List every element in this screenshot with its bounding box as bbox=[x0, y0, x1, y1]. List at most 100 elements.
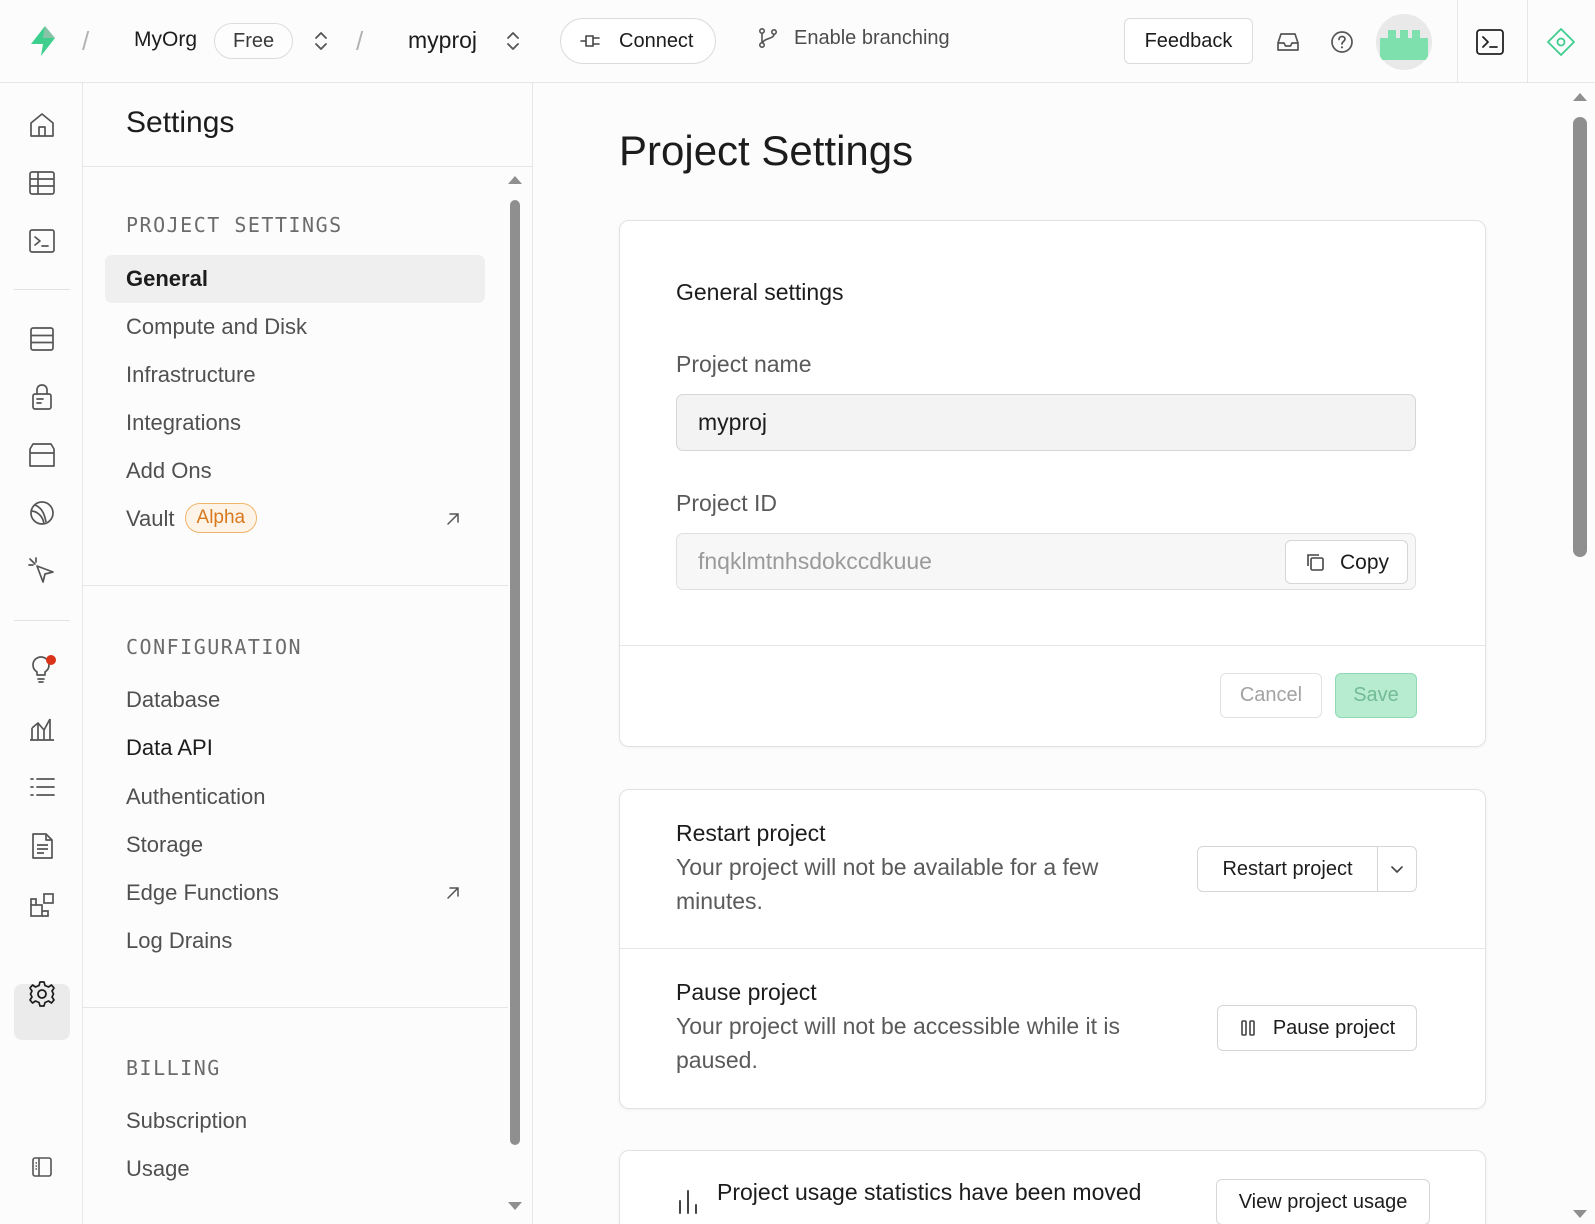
sidebar-item-label: Integrations bbox=[126, 410, 241, 435]
pause-project-label: Pause project bbox=[1272, 1016, 1396, 1039]
section-divider bbox=[83, 1007, 508, 1008]
sidebar-item-database[interactable]: Database bbox=[105, 676, 485, 724]
settings-icon[interactable] bbox=[27, 979, 57, 1009]
org-switcher-chevron-icon[interactable] bbox=[312, 28, 330, 54]
sidebar-item-label: General bbox=[126, 266, 208, 291]
sidebar-item-edge-functions[interactable]: Edge Functions bbox=[105, 869, 485, 917]
sidebar-item-storage[interactable]: Storage bbox=[105, 821, 485, 869]
sidebar-item-usage[interactable]: Usage bbox=[105, 1145, 485, 1193]
sidebar-item-label: Usage bbox=[126, 1156, 190, 1181]
scroll-down-arrow-icon[interactable] bbox=[1573, 1210, 1587, 1218]
restart-project-title: Restart project bbox=[676, 820, 826, 846]
copy-button[interactable]: Copy bbox=[1285, 540, 1408, 584]
bar-chart-icon bbox=[679, 1190, 697, 1214]
sidebar-item-vault[interactable]: Vault Alpha bbox=[105, 495, 485, 543]
edge-functions-icon[interactable] bbox=[27, 556, 57, 586]
view-project-usage-button[interactable]: View project usage bbox=[1216, 1179, 1430, 1224]
project-name[interactable]: myproj bbox=[408, 27, 477, 54]
alpha-badge: Alpha bbox=[184, 503, 258, 534]
sidebar-item-data-api[interactable]: Data API bbox=[105, 724, 485, 772]
section-divider bbox=[83, 585, 508, 586]
sql-editor-icon[interactable] bbox=[27, 226, 57, 256]
sidebar-scrollbar[interactable] bbox=[510, 200, 520, 1145]
connect-label: Connect bbox=[619, 29, 694, 52]
storage-icon[interactable] bbox=[27, 440, 57, 470]
project-actions-card: Restart project Your project will not be… bbox=[619, 789, 1486, 1109]
sidebar-item-add-ons[interactable]: Add Ons bbox=[105, 447, 485, 495]
table-editor-icon[interactable] bbox=[27, 168, 57, 198]
project-id-value: fnqklmtnhsdokccdkuue bbox=[698, 548, 932, 574]
scroll-up-arrow-icon[interactable] bbox=[1573, 93, 1587, 101]
user-avatar[interactable] bbox=[1376, 14, 1432, 70]
sidebar-item-infrastructure[interactable]: Infrastructure bbox=[105, 351, 485, 399]
org-name[interactable]: MyOrg bbox=[134, 28, 197, 52]
restart-project-description: Your project will not be available for a… bbox=[676, 854, 1099, 914]
general-settings-card: General settings Project name myproj Pro… bbox=[619, 220, 1486, 747]
sidebar-item-subscription[interactable]: Subscription bbox=[105, 1097, 485, 1145]
settings-sidebar: Settings PROJECT SETTINGS General Comput… bbox=[83, 83, 533, 1224]
sidebar-item-compute-and-disk[interactable]: Compute and Disk bbox=[105, 303, 485, 351]
project-id-field[interactable]: fnqklmtnhsdokccdkuue Copy bbox=[676, 533, 1416, 590]
assistant-diamond-icon[interactable] bbox=[1545, 26, 1577, 58]
database-icon[interactable] bbox=[27, 324, 57, 354]
sidebar-title: Settings bbox=[126, 106, 235, 139]
inbox-icon[interactable] bbox=[1274, 28, 1302, 56]
copy-icon bbox=[1307, 554, 1324, 571]
project-switcher-chevron-icon[interactable] bbox=[504, 28, 522, 54]
chevron-down-icon bbox=[1391, 866, 1403, 873]
auth-icon[interactable] bbox=[27, 382, 57, 412]
scroll-down-arrow-icon[interactable] bbox=[508, 1202, 522, 1210]
main-content: Project Settings General settings Projec… bbox=[533, 83, 1573, 1224]
pause-project-description: Your project will not be accessible whil… bbox=[676, 1013, 1121, 1073]
supabase-logo-icon[interactable] bbox=[26, 24, 60, 58]
restart-project-button[interactable]: Restart project bbox=[1198, 847, 1378, 891]
general-settings-heading: General settings bbox=[676, 279, 844, 305]
project-name-label: Project name bbox=[676, 351, 812, 377]
sidebar-item-label: Add Ons bbox=[126, 458, 212, 483]
logs-icon[interactable] bbox=[27, 772, 57, 802]
icon-rail bbox=[0, 83, 83, 1224]
sidebar-item-label: Database bbox=[126, 687, 221, 712]
project-name-input[interactable]: myproj bbox=[676, 394, 1416, 451]
sidebar-item-general[interactable]: General bbox=[105, 255, 485, 303]
collapse-sidebar-icon[interactable] bbox=[30, 1155, 54, 1179]
pause-project-button[interactable]: Pause project bbox=[1217, 1005, 1417, 1051]
connect-button[interactable]: Connect bbox=[560, 18, 716, 64]
reports-icon[interactable] bbox=[27, 713, 57, 743]
rail-divider bbox=[14, 289, 70, 290]
sidebar-item-label: Edge Functions bbox=[126, 880, 279, 905]
plan-badge: Free bbox=[214, 23, 294, 59]
help-icon[interactable] bbox=[1328, 28, 1356, 56]
sidebar-item-log-drains[interactable]: Log Drains bbox=[105, 917, 485, 965]
save-button[interactable]: Save bbox=[1335, 673, 1417, 718]
scroll-up-arrow-icon[interactable] bbox=[508, 176, 522, 184]
api-docs-icon[interactable] bbox=[27, 831, 57, 861]
breadcrumb-separator: / bbox=[356, 26, 364, 56]
plug-icon bbox=[580, 35, 600, 47]
integrations-icon[interactable] bbox=[27, 890, 57, 920]
restart-project-split-button: Restart project bbox=[1197, 846, 1417, 892]
advisors-icon[interactable] bbox=[27, 654, 57, 684]
external-link-icon bbox=[447, 513, 459, 525]
divider bbox=[1527, 0, 1528, 83]
feedback-button[interactable]: Feedback bbox=[1124, 18, 1253, 64]
avatar-pattern-icon bbox=[1380, 30, 1428, 60]
project-id-label: Project ID bbox=[676, 490, 777, 516]
realtime-icon[interactable] bbox=[27, 498, 57, 528]
home-icon[interactable] bbox=[27, 110, 57, 140]
sidebar-item-label: Compute and Disk bbox=[126, 314, 307, 339]
cancel-button[interactable]: Cancel bbox=[1220, 673, 1322, 718]
usage-card: Project usage statistics have been moved… bbox=[619, 1150, 1486, 1224]
sidebar-item-integrations[interactable]: Integrations bbox=[105, 399, 485, 447]
restart-options-button[interactable] bbox=[1378, 847, 1416, 891]
card-divider bbox=[620, 948, 1485, 949]
enable-branching-button[interactable]: Enable branching bbox=[756, 26, 950, 50]
main-scrollbar[interactable] bbox=[1573, 117, 1587, 557]
git-branch-icon bbox=[758, 27, 778, 48]
sidebar-item-authentication[interactable]: Authentication bbox=[105, 773, 485, 821]
page-title: Project Settings bbox=[619, 127, 914, 174]
sidebar-item-label: Infrastructure bbox=[126, 362, 256, 387]
terminal-icon[interactable] bbox=[1474, 26, 1506, 58]
copy-label: Copy bbox=[1339, 550, 1390, 574]
top-bar: / MyOrg Free / myproj Connect Enable bra… bbox=[0, 0, 1595, 83]
